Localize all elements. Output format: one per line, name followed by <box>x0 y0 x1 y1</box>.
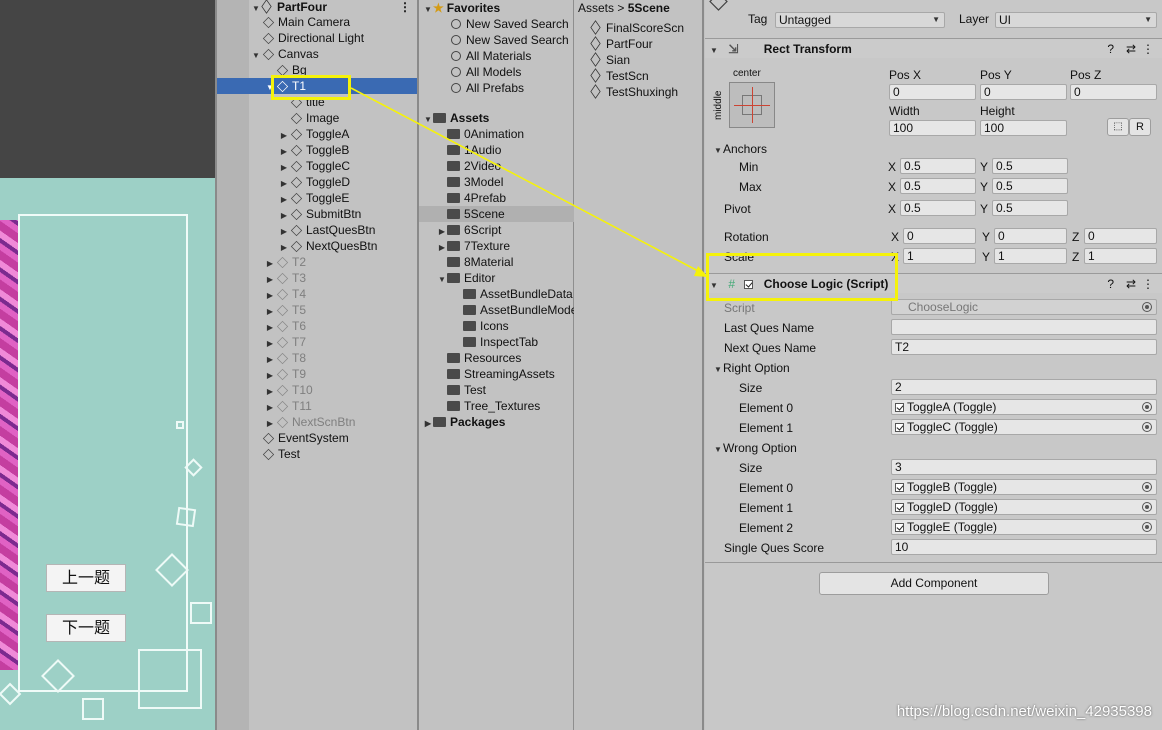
arrow-line <box>350 87 701 273</box>
arrow-head-icon <box>694 266 708 277</box>
watermark: https://blog.csdn.net/weixin_42935398 <box>896 703 1152 720</box>
annotation-arrow <box>350 87 708 277</box>
